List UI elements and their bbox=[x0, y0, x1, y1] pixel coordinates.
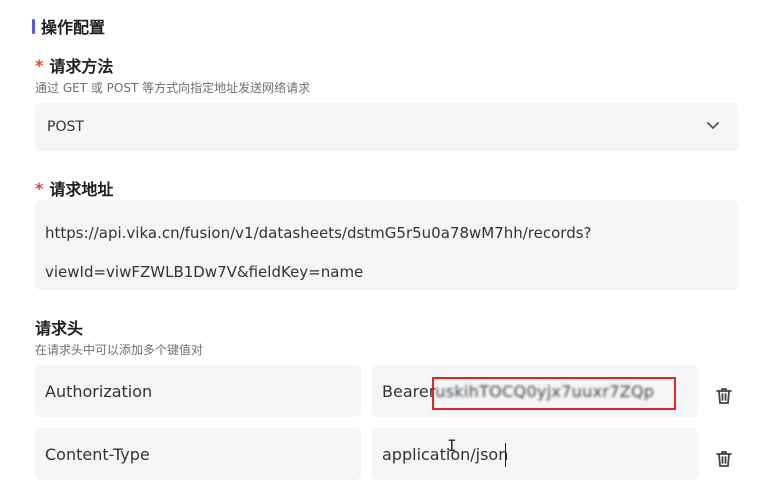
url-label: * 请求地址 bbox=[35, 176, 113, 200]
header-key-text: Authorization bbox=[45, 381, 153, 401]
method-hint: 通过 GET 或 POST 等方式向指定地址发送网络请求 bbox=[35, 81, 311, 95]
chevron-down-icon[interactable] bbox=[706, 119, 720, 133]
required-marker: * bbox=[35, 178, 44, 198]
method-label: * 请求方法 bbox=[35, 53, 113, 77]
headers-label-text: 请求头 bbox=[35, 319, 84, 338]
trash-icon[interactable] bbox=[714, 449, 734, 469]
url-line-2: viewId=viwFZWLB1Dw7V&fieldKey=name bbox=[45, 263, 364, 281]
url-label-text: 请求地址 bbox=[49, 180, 114, 199]
section-title: 操作配置 bbox=[32, 15, 105, 37]
headers-label: 请求头 bbox=[35, 315, 83, 339]
section-accent-bar bbox=[32, 18, 35, 34]
header-value-prefix: Bearer bbox=[382, 381, 436, 401]
highlight-box bbox=[432, 377, 676, 410]
header-key-text: Content-Type bbox=[45, 444, 150, 464]
header-key-input[interactable]: Authorization bbox=[35, 365, 361, 417]
ibeam-cursor-icon: I bbox=[447, 436, 457, 455]
url-line-1: https://api.vika.cn/fusion/v1/datasheets… bbox=[45, 224, 592, 242]
method-select[interactable]: POST bbox=[35, 103, 738, 151]
header-key-input[interactable]: Content-Type bbox=[35, 428, 361, 480]
trash-icon[interactable] bbox=[714, 386, 734, 406]
method-label-text: 请求方法 bbox=[49, 57, 114, 76]
url-input[interactable]: https://api.vika.cn/fusion/v1/datasheets… bbox=[35, 200, 738, 290]
header-value-input[interactable]: application/json bbox=[372, 428, 698, 480]
header-value-text: application/json bbox=[382, 444, 509, 464]
headers-hint: 在请求头中可以添加多个键值对 bbox=[35, 343, 204, 357]
section-title-text: 操作配置 bbox=[41, 18, 106, 37]
required-marker: * bbox=[35, 55, 44, 75]
method-select-value: POST bbox=[47, 119, 84, 135]
text-caret bbox=[505, 443, 506, 467]
